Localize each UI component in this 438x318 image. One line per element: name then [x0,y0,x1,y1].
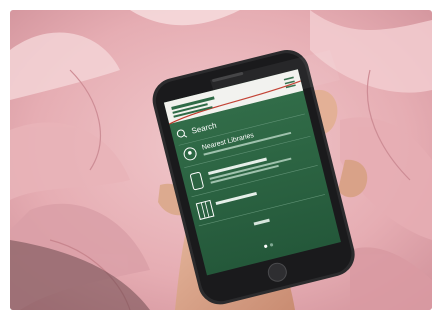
photo-scene: Search Nearest Libraries [10,10,432,310]
photo: Search Nearest Libraries [10,10,432,310]
